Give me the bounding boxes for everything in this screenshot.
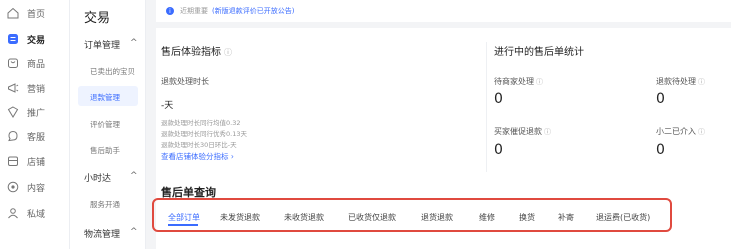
stats-title: 进行中的售后单统计 <box>494 47 584 58</box>
tab-exchange[interactable]: 换货 <box>519 212 535 223</box>
tab-received-refund-only[interactable]: 已收货仅退款 <box>348 212 396 223</box>
stat-refund-pending-value[interactable]: 0 <box>656 91 665 107</box>
tab-unshipped-refund[interactable]: 未发货退款 <box>220 212 260 223</box>
subnav-group-label: 订单管理 <box>84 41 121 51</box>
note-mom: 退款处理时长30日环比-天 <box>161 141 237 149</box>
stat-label-text: 退款待处理 <box>656 77 696 86</box>
subnav-group-label: 物流管理 <box>84 230 121 240</box>
subnav-item-assistant[interactable]: 售后助手 <box>90 145 120 156</box>
main-content: i 近期重要 (新版退款评价已开放公告) 售后体验指标 ⓘ 退款处理时长 -天 退… <box>150 0 731 249</box>
goods-icon <box>6 57 19 70</box>
stat-refund-pending-label: 退款待处理 ⓘ <box>656 76 705 87</box>
nav-item-label: 客服 <box>27 132 46 143</box>
sub-nav: 交易 订单管理 ^ 已卖出的宝贝 退款管理 评价管理 售后助手 小时达 ^ 服务… <box>70 0 146 249</box>
stat-staff-intervened-label: 小二已介入 ⓘ <box>656 126 705 137</box>
active-tab-underline <box>168 224 198 226</box>
tab-return-shipping-fee[interactable]: 退运费(已收货) <box>596 212 650 223</box>
subnav-item-refund[interactable]: 退款管理 <box>90 92 120 103</box>
nav-item-label: 交易 <box>27 35 46 46</box>
notice-bar: i 近期重要 (新版退款评价已开放公告) <box>156 0 731 22</box>
subnav-group-label: 小时达 <box>84 174 112 184</box>
note-peer-avg: 退款处理时长同行均值0.32 <box>161 119 241 127</box>
content-icon <box>6 181 19 194</box>
help-icon[interactable]: ⓘ <box>544 128 551 136</box>
nav-item-shop[interactable]: 店铺 <box>6 150 45 172</box>
nav-item-marketing[interactable]: 营销 <box>6 77 45 99</box>
chevron-up-icon: ^ <box>130 171 138 181</box>
nav-item-label: 首页 <box>27 9 46 20</box>
trade-icon <box>6 33 19 46</box>
help-icon[interactable]: ⓘ <box>698 78 705 86</box>
after-sales-card: 售后体验指标 ⓘ 退款处理时长 -天 退款处理时长同行均值0.32 退款处理时长同… <box>152 28 731 249</box>
stat-buyer-urge-label: 买家催促退款 ⓘ <box>494 126 551 137</box>
stat-pending-merchant-label: 待商家处理 ⓘ <box>494 76 543 87</box>
nav-item-promotion[interactable]: 推广 <box>6 101 45 123</box>
stat-label-text: 小二已介入 <box>656 127 696 136</box>
notice-link[interactable]: (新版退款评价已开放公告) <box>212 6 294 16</box>
stat-label-text: 待商家处理 <box>494 77 534 86</box>
subnav-item-review[interactable]: 评价管理 <box>90 119 120 130</box>
nav-item-content[interactable]: 内容 <box>6 176 45 198</box>
shop-icon <box>6 155 19 168</box>
nav-item-trade[interactable]: 交易 <box>6 28 45 50</box>
tab-return-refund[interactable]: 退货退款 <box>421 212 453 223</box>
help-icon[interactable]: ⓘ <box>698 128 705 136</box>
nav-item-label: 内容 <box>27 183 46 194</box>
nav-item-label: 推广 <box>27 108 46 119</box>
tab-unreceived-refund[interactable]: 未收货退款 <box>284 212 324 223</box>
subnav-group-hourly[interactable]: 小时达 ^ <box>84 171 138 184</box>
subnav-item-sold[interactable]: 已卖出的宝贝 <box>90 66 135 77</box>
subnav-group-order[interactable]: 订单管理 ^ <box>84 38 138 51</box>
nav-item-home[interactable]: 首页 <box>6 2 45 24</box>
nav-item-private[interactable]: 私域 <box>6 202 45 224</box>
nav-item-label: 营销 <box>27 84 46 95</box>
nav-item-goods[interactable]: 商品 <box>6 52 45 74</box>
service-icon <box>6 130 19 143</box>
chevron-up-icon: ^ <box>130 227 138 237</box>
view-experience-link[interactable]: 查看店铺体验分指标 › <box>161 151 234 162</box>
notice-text: 近期重要 <box>180 7 208 15</box>
nav-item-service[interactable]: 客服 <box>6 125 45 147</box>
promotion-icon <box>6 106 19 119</box>
chevron-up-icon: ^ <box>130 38 138 48</box>
private-icon <box>6 207 19 220</box>
stat-pending-merchant-value[interactable]: 0 <box>494 91 503 107</box>
stat-buyer-urge-value[interactable]: 0 <box>494 142 503 158</box>
marketing-icon <box>6 82 19 95</box>
divider <box>486 42 487 172</box>
refund-duration-value: -天 <box>161 101 174 111</box>
help-icon[interactable]: ⓘ <box>536 78 543 86</box>
stat-label-text: 买家催促退款 <box>494 127 542 136</box>
tab-all-orders[interactable]: 全部订单 <box>168 212 200 223</box>
help-icon[interactable]: ⓘ <box>224 48 232 57</box>
tab-resend[interactable]: 补寄 <box>558 212 574 223</box>
subnav-group-logistics[interactable]: 物流管理 ^ <box>84 227 138 240</box>
nav-item-label: 店铺 <box>27 157 46 168</box>
subnav-item-service-open[interactable]: 服务开通 <box>90 199 120 210</box>
tab-repair[interactable]: 维修 <box>479 212 495 223</box>
note-peer-excellent: 退款处理时长同行优秀0.13天 <box>161 130 247 138</box>
nav-item-label: 私域 <box>27 209 46 220</box>
experience-title-text: 售后体验指标 <box>161 47 221 58</box>
stat-staff-intervened-value[interactable]: 0 <box>656 142 665 158</box>
home-icon <box>6 7 19 20</box>
nav-item-label: 商品 <box>27 59 46 70</box>
experience-title: 售后体验指标 ⓘ <box>161 43 232 58</box>
subnav-title: 交易 <box>84 11 111 26</box>
info-icon: i <box>166 7 174 15</box>
refund-duration-label: 退款处理时长 <box>161 77 209 86</box>
main-nav: 首页 交易 商品 营销 推广 客服 店铺 内容 私域 <box>0 0 70 249</box>
